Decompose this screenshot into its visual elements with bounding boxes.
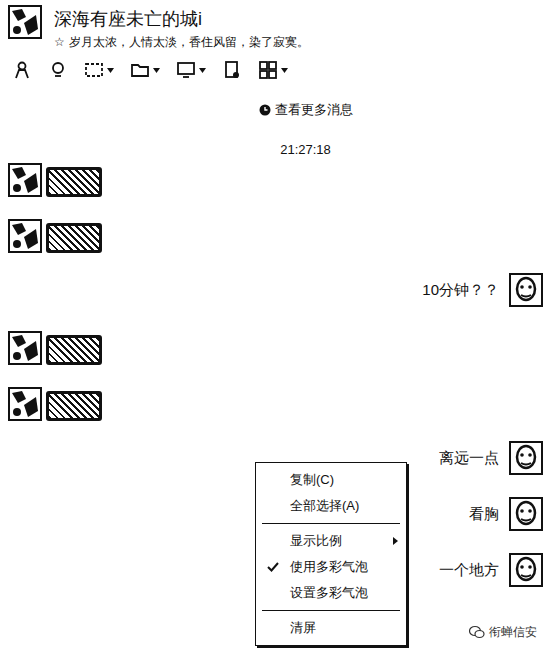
avatar-icon[interactable] [509, 553, 543, 587]
message-text[interactable]: 10分钟？？ [422, 280, 499, 300]
toolbar-button[interactable] [48, 60, 68, 80]
message-row: 10分钟？？ [8, 271, 543, 309]
toolbar [0, 57, 551, 83]
dropdown-arrow-icon [281, 68, 288, 73]
context-menu: 复制(C)全部选择(A) 显示比例使用多彩气泡设置多彩气泡清屏 [255, 462, 407, 646]
history-link[interactable]: 查看更多消息 [0, 101, 551, 119]
message-row [8, 327, 543, 365]
toolbar-button[interactable] [84, 60, 114, 80]
toolbar-tool-icon [176, 60, 196, 80]
toolbar-button[interactable] [130, 60, 160, 80]
sticker[interactable] [46, 167, 102, 197]
menu-item[interactable]: 复制(C) [256, 467, 406, 493]
chat-window: 深海有座未亡的城i ☆岁月太浓，人情太淡，香住风留，染了寂寞。查看更多消息 21:2… [0, 0, 551, 653]
sticker[interactable] [46, 391, 102, 421]
timestamp: 21:27:18 [0, 141, 551, 159]
message-text[interactable]: 看胸 [469, 504, 499, 524]
toolbar-button[interactable] [12, 60, 32, 80]
avatar-icon[interactable] [509, 497, 543, 531]
message-row [8, 215, 543, 253]
toolbar-button[interactable] [258, 60, 288, 80]
avatar-icon[interactable] [509, 441, 543, 475]
status-line: ☆岁月太浓，人情太淡，香住风留，染了寂寞。 [54, 33, 309, 51]
wechat-icon [469, 625, 485, 639]
status-text: 岁月太浓，人情太淡，香住风留，染了寂寞。 [69, 33, 309, 51]
header: 深海有座未亡的城i ☆岁月太浓，人情太淡，香住风留，染了寂寞。 [0, 0, 551, 51]
menu-item[interactable]: 设置多彩气泡 [256, 580, 406, 606]
menu-item[interactable]: 全部选择(A) [256, 493, 406, 519]
toolbar-tool-icon [222, 60, 242, 80]
toolbar-tool-icon [258, 60, 278, 80]
window-title: 深海有座未亡的城i [54, 7, 309, 31]
message-text[interactable]: 一个地方 [439, 560, 499, 580]
menu-item[interactable]: 使用多彩气泡 [256, 554, 406, 580]
sticker[interactable] [46, 335, 102, 365]
dropdown-arrow-icon [153, 68, 160, 73]
toolbar-tool-icon [12, 60, 32, 80]
watermark: 衔蝉信安 [469, 623, 537, 641]
avatar-icon[interactable] [8, 219, 42, 253]
toolbar-tool-icon [48, 60, 68, 80]
avatar-icon[interactable] [8, 163, 42, 197]
avatar-icon[interactable] [8, 387, 42, 421]
submenu-arrow-icon [393, 537, 398, 545]
avatar-icon[interactable] [509, 273, 543, 307]
menu-item[interactable]: 清屏 [256, 615, 406, 641]
toolbar-tool-icon [130, 60, 150, 80]
message-text[interactable]: 离远一点 [439, 448, 499, 468]
toolbar-button[interactable] [176, 60, 206, 80]
dropdown-arrow-icon [199, 68, 206, 73]
toolbar-tool-icon [84, 60, 104, 80]
dropdown-arrow-icon [107, 68, 114, 73]
menu-separator [262, 610, 400, 611]
toolbar-button[interactable] [222, 60, 242, 80]
message-row [8, 383, 543, 421]
check-icon [267, 562, 279, 572]
message-row [8, 159, 543, 197]
menu-item[interactable]: 显示比例 [256, 528, 406, 554]
clock-icon [259, 104, 271, 116]
menu-separator [262, 523, 400, 524]
avatar-icon[interactable] [8, 331, 42, 365]
avatar-icon[interactable] [8, 5, 42, 39]
sticker[interactable] [46, 223, 102, 253]
status-mark: ☆ [54, 33, 65, 51]
